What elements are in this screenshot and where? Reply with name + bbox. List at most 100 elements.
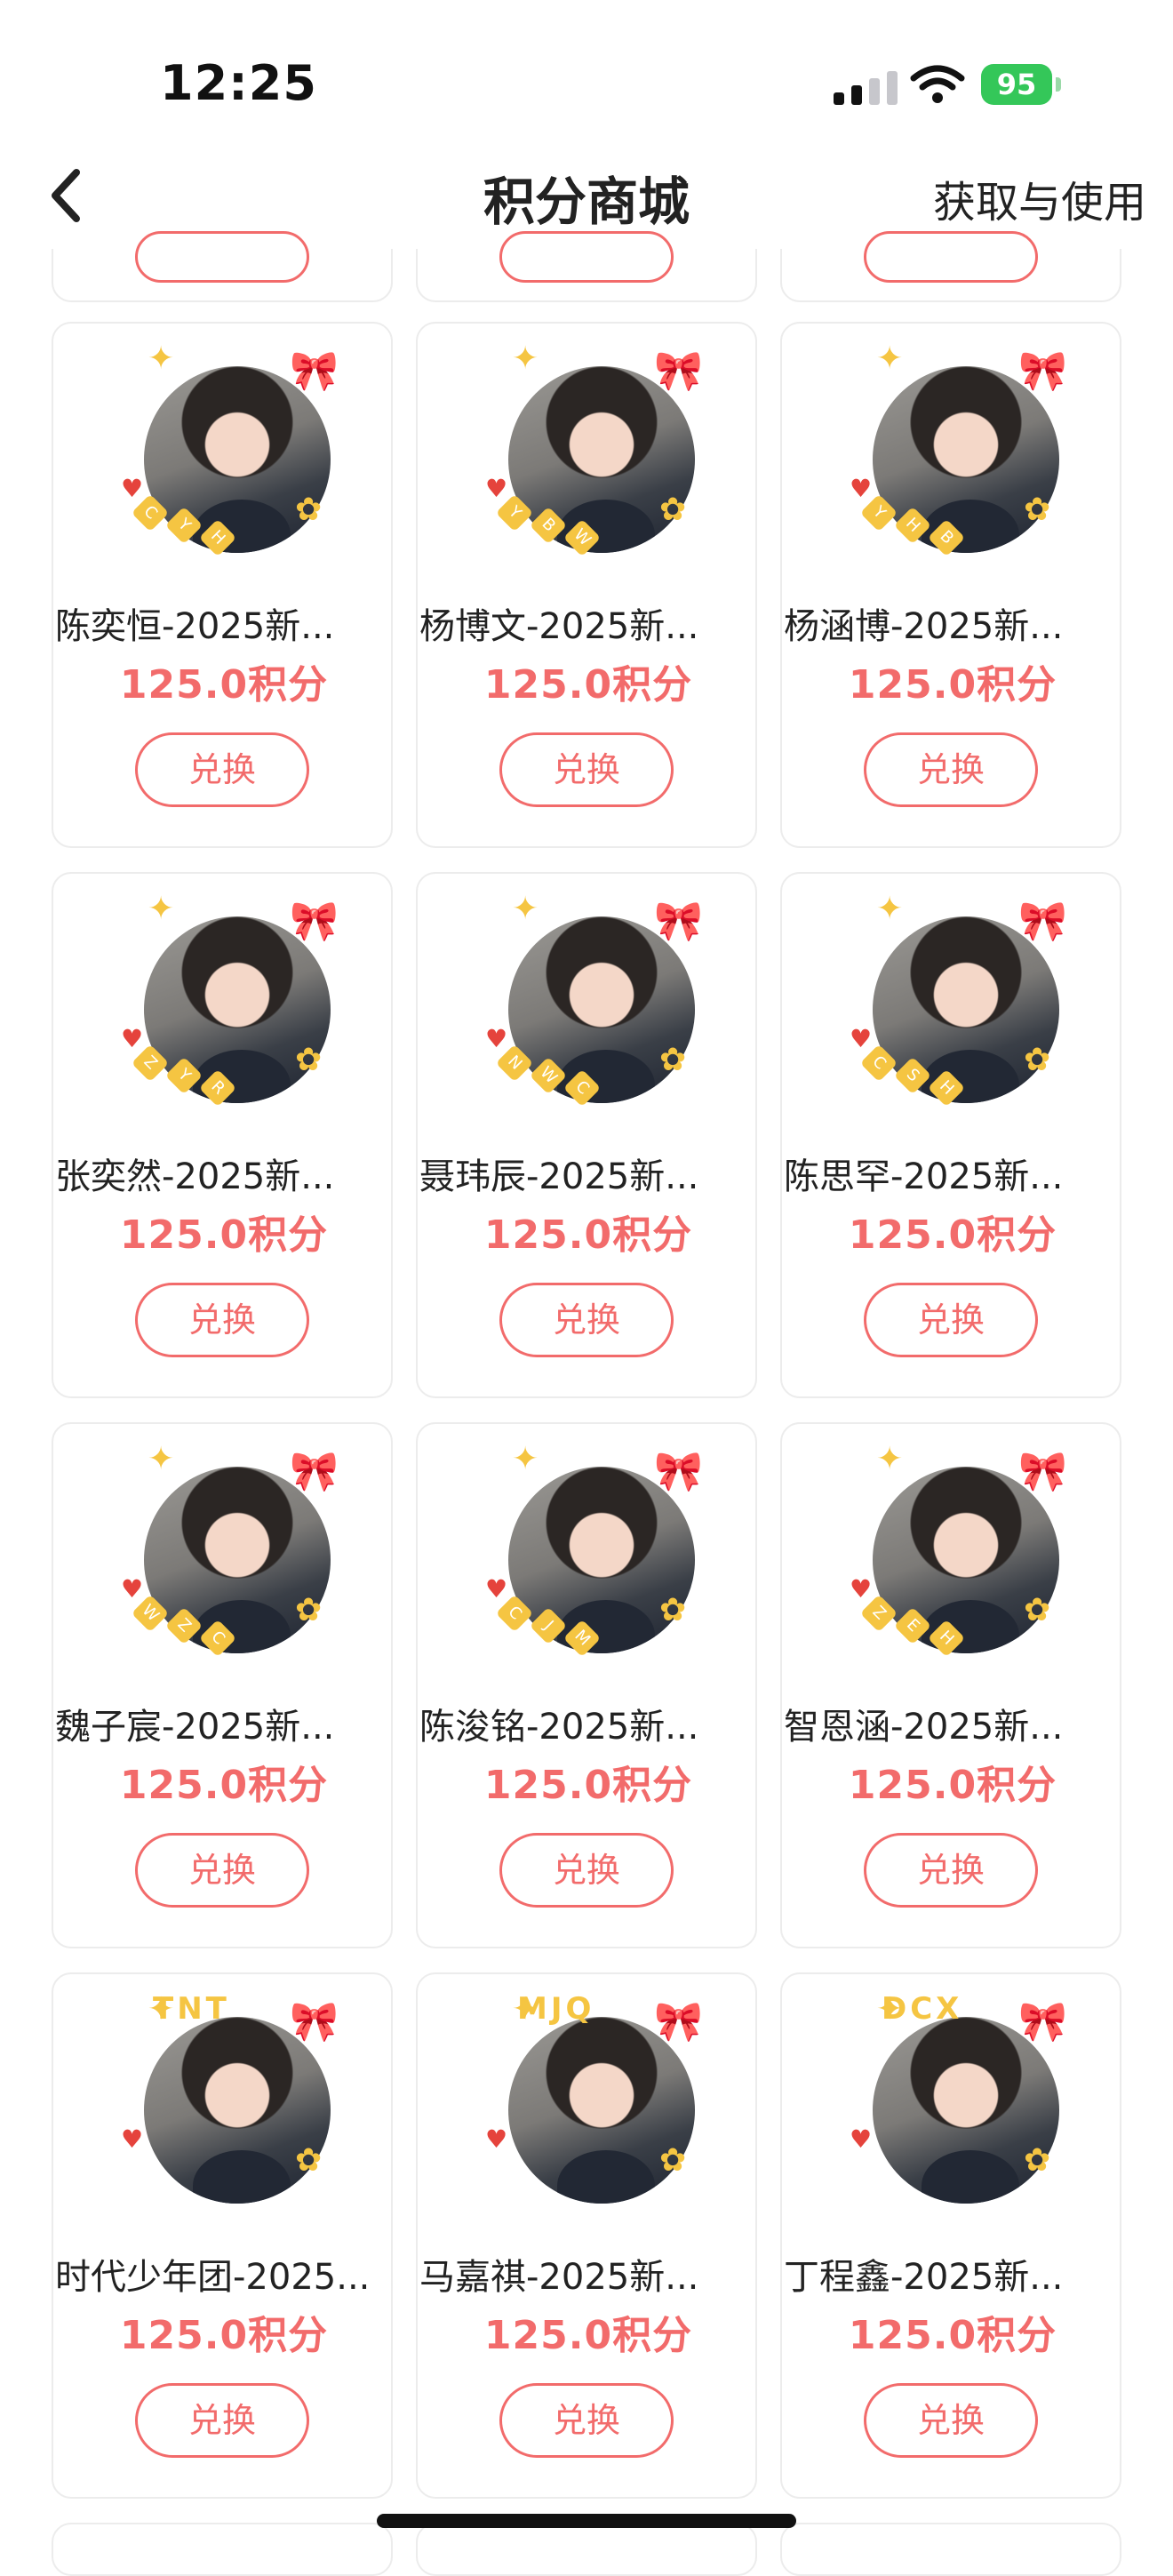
battery-icon: 95: [981, 64, 1061, 105]
product-name: 智恩涵-2025新...: [784, 1707, 1064, 1748]
product-image: ✦ 🎀 ♥ ✿ WZC: [121, 1441, 339, 1658]
ribbon-icon: 🎀: [1018, 1999, 1067, 2044]
flower-icon: ✿: [1024, 1592, 1051, 1628]
status-bar: 12:25 95: [0, 0, 1173, 142]
group-initials: DCX: [882, 1991, 963, 2027]
flower-icon: ✿: [295, 492, 323, 528]
product-card-partial: [52, 231, 393, 302]
redeem-button[interactable]: 兑换: [135, 2383, 309, 2458]
product-name: 杨博文-2025新...: [419, 606, 699, 647]
ribbon-icon: 🎀: [290, 1999, 339, 2044]
product-card[interactable]: ✦ 🎀 ♥ ✿ YBW 杨博文-2025新... 125.0积分 兑换: [416, 322, 757, 848]
ribbon-icon: 🎀: [654, 1449, 703, 1494]
product-card[interactable]: ✦ 🎀 ♥ ✿ WZC 魏子宸-2025新... 125.0积分 兑换: [52, 1422, 393, 1948]
product-name: 陈思罕-2025新...: [784, 1156, 1064, 1197]
product-image: ✦ 🎀 ♥ ✿ TNT: [121, 1991, 339, 2204]
redeem-button[interactable]: 兑换: [499, 2383, 674, 2458]
product-name: 陈奕恒-2025新...: [55, 606, 335, 647]
heart-icon: ♥: [850, 1574, 873, 1604]
group-initials: TNT: [153, 1991, 230, 2027]
heart-icon: ♥: [850, 474, 873, 503]
product-image: ✦ 🎀 ♥ ✿ CJM: [485, 1441, 703, 1658]
product-price: 125.0积分: [848, 662, 1057, 708]
redeem-button[interactable]: 兑换: [499, 732, 674, 807]
product-price: 125.0积分: [119, 1212, 329, 1258]
product-name: 张奕然-2025新...: [55, 1156, 335, 1197]
product-card[interactable]: ✦ 🎀 ♥ ✿ NWC 聂玮辰-2025新... 125.0积分 兑换: [416, 872, 757, 1398]
redeem-button[interactable]: 兑换: [135, 1283, 309, 1357]
product-price: 125.0积分: [119, 2313, 329, 2358]
ribbon-icon: 🎀: [654, 1999, 703, 2044]
product-image: ✦ 🎀 ♥ ✿ DCX: [850, 1991, 1067, 2204]
flower-icon: ✿: [295, 2142, 323, 2179]
battery-level: 95: [996, 68, 1037, 101]
product-card-partial: [780, 231, 1121, 302]
product-card[interactable]: ✦ 🎀 ♥ ✿ TNT 时代少年团-2025... 125.0积分 兑换: [52, 1972, 393, 2499]
heart-icon: ♥: [121, 1024, 144, 1053]
redeem-button[interactable]: 兑换: [135, 732, 309, 807]
flower-icon: ✿: [1024, 492, 1051, 528]
heart-icon: ♥: [121, 2124, 144, 2154]
product-price: 125.0积分: [483, 2313, 693, 2358]
product-price: 125.0积分: [848, 1212, 1057, 1258]
product-name: 杨涵博-2025新...: [784, 606, 1064, 647]
group-initials: MJQ: [517, 1991, 595, 2027]
ribbon-icon: 🎀: [654, 899, 703, 944]
product-image: ✦ 🎀 ♥ ✿ YHB: [850, 340, 1067, 557]
heart-icon: ♥: [121, 1574, 144, 1604]
product-card[interactable]: ✦ 🎀 ♥ ✿ CJM 陈浚铭-2025新... 125.0积分 兑换: [416, 1422, 757, 1948]
product-price: 125.0积分: [119, 662, 329, 708]
product-name: 魏子宸-2025新...: [55, 1707, 335, 1748]
home-indicator: [377, 2514, 796, 2528]
sparkle-icon: ✦: [876, 340, 904, 377]
flower-icon: ✿: [659, 1042, 687, 1078]
redeem-button[interactable]: 兑换: [864, 732, 1038, 807]
sparkle-icon: ✦: [148, 1441, 175, 1477]
product-card[interactable]: ✦ 🎀 ♥ ✿ ZYR 张奕然-2025新... 125.0积分 兑换: [52, 872, 393, 1398]
sparkle-icon: ✦: [512, 340, 539, 377]
product-image: ✦ 🎀 ♥ ✿ NWC: [485, 893, 703, 1108]
redeem-button[interactable]: 兑换: [135, 1833, 309, 1908]
product-card-partial: [780, 2523, 1121, 2576]
ribbon-icon: 🎀: [290, 1449, 339, 1494]
redeem-button[interactable]: 兑换: [864, 2383, 1038, 2458]
product-name: 丁程鑫-2025新...: [784, 2257, 1064, 2298]
cellular-signal-icon: [834, 69, 898, 105]
earn-and-use-link[interactable]: 获取与使用: [933, 167, 1146, 229]
sparkle-icon: ✦: [148, 891, 175, 927]
heart-icon: ♥: [850, 1024, 873, 1053]
redeem-button[interactable]: 兑换: [499, 1283, 674, 1357]
product-image: ✦ 🎀 ♥ ✿ ZYR: [121, 891, 339, 1108]
status-time: 12:25: [160, 55, 317, 111]
sparkle-icon: ✦: [512, 1441, 539, 1477]
product-name: 聂玮辰-2025新...: [419, 1156, 699, 1197]
flower-icon: ✿: [295, 1042, 323, 1078]
product-price: 125.0积分: [119, 1763, 329, 1808]
product-card[interactable]: ✦ 🎀 ♥ ✿ CSH 陈思罕-2025新... 125.0积分 兑换: [780, 872, 1121, 1398]
redeem-button[interactable]: 兑换: [864, 1833, 1038, 1908]
product-card[interactable]: ✦ 🎀 ♥ ✿ YHB 杨涵博-2025新... 125.0积分 兑换: [780, 322, 1121, 848]
heart-icon: ♥: [485, 1574, 508, 1604]
product-image: ✦ 🎀 ♥ ✿ ZEH: [850, 1441, 1067, 1658]
product-card[interactable]: ✦ 🎀 ♥ ✿ DCX 丁程鑫-2025新... 125.0积分 兑换: [780, 1972, 1121, 2499]
heart-icon: ♥: [485, 1024, 508, 1053]
heart-icon: ♥: [485, 2124, 508, 2154]
ribbon-icon: 🎀: [1018, 899, 1067, 944]
product-price: 125.0积分: [848, 1763, 1057, 1808]
ribbon-icon: 🎀: [654, 348, 703, 394]
product-card[interactable]: ✦ 🎀 ♥ ✿ MJQ 马嘉祺-2025新... 125.0积分 兑换: [416, 1972, 757, 2499]
product-price: 125.0积分: [483, 662, 693, 708]
product-price: 125.0积分: [848, 2313, 1057, 2358]
product-card-partial: [52, 2523, 393, 2576]
product-card[interactable]: ✦ 🎀 ♥ ✿ CYH 陈奕恒-2025新... 125.0积分 兑换: [52, 322, 393, 848]
wifi-icon: [910, 65, 965, 103]
product-name: 陈浚铭-2025新...: [419, 1707, 699, 1748]
sparkle-icon: ✦: [876, 1441, 904, 1477]
product-image: ✦ 🎀 ♥ ✿ YBW: [485, 340, 703, 557]
heart-icon: ♥: [850, 2124, 873, 2154]
product-image: ✦ 🎀 ♥ ✿ CYH: [121, 343, 339, 557]
redeem-button[interactable]: 兑换: [864, 1283, 1038, 1357]
product-card[interactable]: ✦ 🎀 ♥ ✿ ZEH 智恩涵-2025新... 125.0积分 兑换: [780, 1422, 1121, 1948]
redeem-button[interactable]: 兑换: [499, 1833, 674, 1908]
heart-icon: ♥: [121, 474, 144, 503]
